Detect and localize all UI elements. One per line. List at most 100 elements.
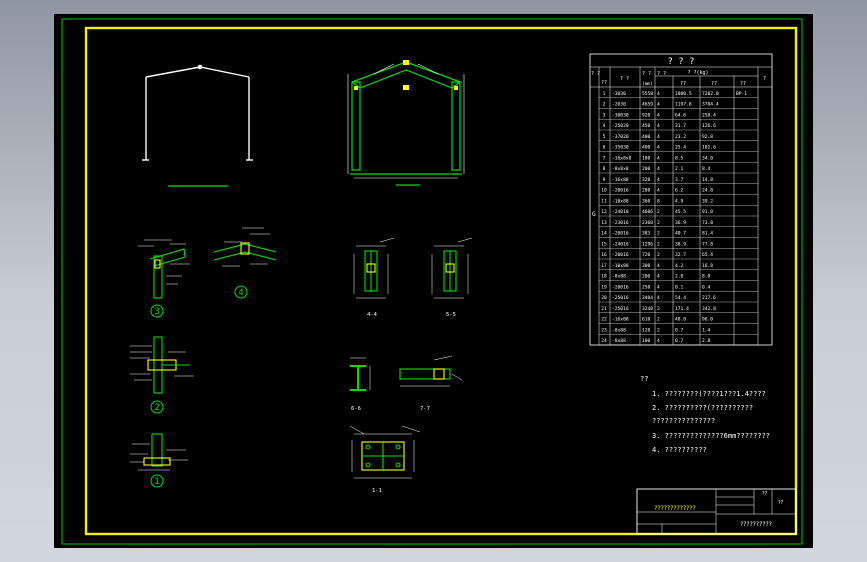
table-cell-qty: 4 [657,188,660,194]
table-cell-qty: 2 [657,252,660,258]
table-cell-w1: 3.7 [675,177,684,183]
detail-3-label: 3 [154,307,159,317]
table-cell-w2: 39.2 [702,198,713,204]
table-cell-no: 3 [603,112,606,118]
section-7-7-drawing [399,355,463,387]
table-cell-len: 610 [642,317,651,323]
base-plate-label: 1-1 [372,488,382,494]
table-cell-len: 120 [642,327,651,333]
table-cell-len: 450 [642,123,651,129]
table-cell-qty: 4 [657,102,660,108]
table-cell-w1: 31.7 [675,123,686,129]
material-table: ? ? ? ? ? ? ? ? ? ? ? ? ?(kg) ? ?? (mm) … [589,53,773,346]
table-cell-no: 13 [601,220,607,226]
table-cell-len: 200 [642,166,651,172]
table-cell-len: 360 [642,198,651,204]
table-cell-qty: 4 [657,295,660,301]
table-cell-w2: 3784.4 [702,102,719,108]
table-header-note: ? [763,76,766,82]
table-cell-w2: 77.8 [702,241,713,247]
table-cell-no: 16 [601,252,607,258]
general-notes: ?? 1. ????????(????1???1.4???? 2. ??????… [640,375,770,454]
table-cell-len: 4659 [642,102,653,108]
table-subheader-c: ?? [680,81,686,87]
section-7-7-label: 7-7 [420,406,430,412]
table-cell-w1: 36.9 [675,220,686,226]
table-cell-qty: 2 [657,220,660,226]
frame-outline-view [142,64,253,161]
table-cell-spec: -24016 [612,241,629,247]
table-cell-w2: 217.6 [702,295,716,301]
table-cell-w2: 73.8 [702,220,713,226]
notes-title: ?? [640,375,648,383]
table-cell-no: 1 [603,91,606,97]
table-cell-len: 300 [642,263,651,269]
table-side-label: G [592,211,596,218]
table-cell-w2: 14.8 [702,177,713,183]
table-cell-len: 400 [642,134,651,140]
table-cell-qty: 2 [657,241,660,247]
table-cell-no: 9 [603,177,606,183]
table-cell-w1: 38.9 [675,241,686,247]
table-cell-no: 22 [601,317,607,323]
table-cell-w1: 23.2 [675,134,686,140]
detail-2-drawing [130,336,194,394]
table-cell-spec: -30030 [612,112,629,118]
table-cell-w1: 8.5 [675,155,684,161]
table-header-no: ? ? [591,71,600,77]
table-cell-w1: 32.7 [675,252,686,258]
table-cell-no: 7 [603,155,606,161]
detail-1-label: 1 [154,477,159,487]
table-cell-spec: -20016 [612,188,629,194]
title-block-school: ????????????? [654,505,695,512]
section-5-5-label: 5-5 [446,312,456,318]
table-cell-no: 20 [601,295,607,301]
table-cell-w1: 6.2 [675,188,684,194]
table-cell-no: 18 [601,274,607,280]
table-cell-spec: -10x88 [612,198,629,204]
table-cell-qty: 4 [657,123,660,129]
table-cell-spec: -37020 [612,134,629,140]
detail-2-label: 2 [154,403,159,413]
table-cell-spec: -20016 [612,252,629,258]
table-cell-w1: 171.4 [675,306,689,312]
detail-4-label: 4 [238,288,243,298]
table-cell-w1: 0.7 [675,327,684,333]
table-cell-w1: 2.0 [675,274,684,280]
table-cell-qty: 8 [657,198,660,204]
table-header-length: ? ? [642,71,651,77]
table-cell-w2: 7202.0 [702,91,719,97]
table-cell-spec: -16x8x8 [612,155,632,161]
table-cell-w2: 65.4 [702,252,713,258]
detail-1-drawing [130,433,188,471]
table-cell-len: 920 [642,112,651,118]
table-cell-w1: 64.6 [675,112,686,118]
table-cell-len: 3248 [642,306,653,312]
base-plate-plan-drawing [349,425,421,479]
table-cell-w2: 96.0 [702,317,713,323]
note-2b: ??????????????? [652,417,715,425]
table-cell-w2: 101.6 [702,145,716,151]
table-subheader-a: ?? [601,80,607,86]
table-cell-no: 23 [601,327,607,333]
table-cell-qty: 4 [657,166,660,172]
table-cell-qty: 2 [657,306,660,312]
portal-frame-view [347,60,465,179]
table-cell-len: 320 [642,177,651,183]
cad-viewport[interactable]: 3 4 2 1 4-4 5-5 6-6 7-7 1-1 ? ? ? ? ? ? … [54,14,813,548]
title-block-sheet: ?? [778,500,784,506]
cad-drawing: 3 4 2 1 4-4 5-5 6-6 7-7 1-1 ? ? ? ? ? ? … [61,18,803,545]
table-cell-w2: 1.4 [702,327,711,333]
table-cell-no: 10 [601,188,607,194]
table-cell-qty: 4 [657,112,660,118]
table-cell-w2: 0.4 [702,284,711,290]
table-cell-w1: 0.7 [675,338,684,344]
table-cell-qty: 2 [657,231,660,237]
title-block-mark: ?? [762,491,768,497]
detail-4-drawing [213,227,277,267]
note-3: 3. ??????????????6mm???????? [652,432,770,440]
table-cell-qty: 4 [657,91,660,97]
note-2: 2. ??????????(?????????? [652,404,753,412]
table-cell-note: BP-1 [736,91,747,97]
table-header-spec: ? ? [620,76,629,82]
